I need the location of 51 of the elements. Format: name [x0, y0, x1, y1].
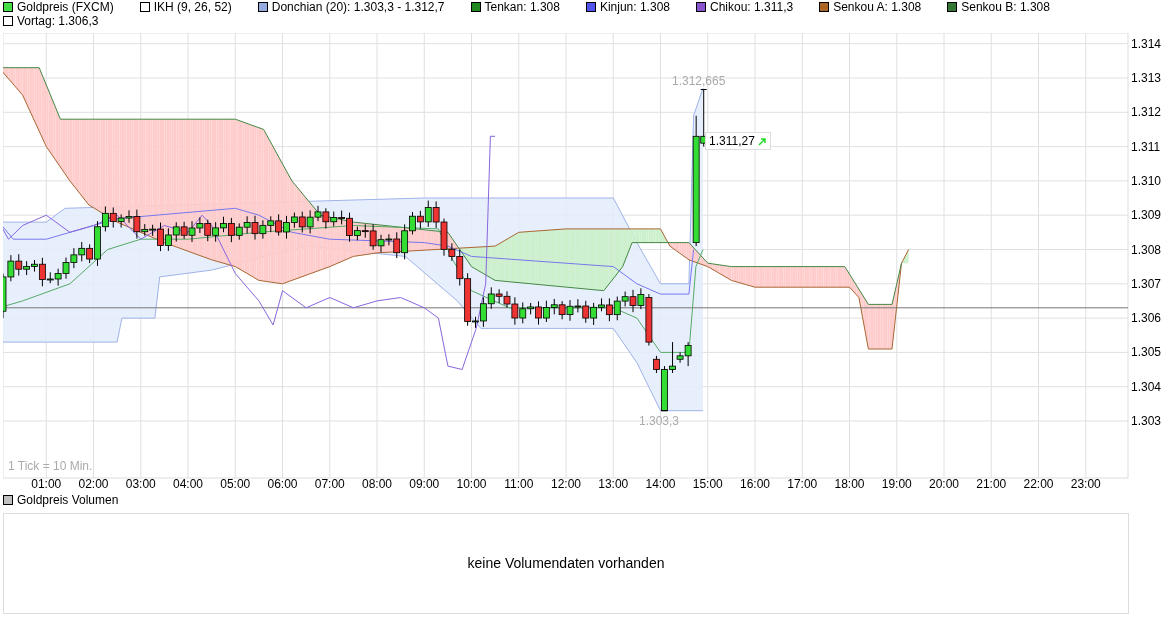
no-volume-message: keine Volumendaten vorhanden: [467, 554, 665, 573]
x-axis-label: 10:00: [455, 477, 488, 491]
y-axis-label: 1.308: [1131, 242, 1162, 257]
x-axis-label: 03:00: [124, 477, 157, 491]
y-axis-label: 1.307: [1131, 276, 1162, 291]
y-axis-label: 1.310: [1131, 173, 1162, 188]
y-axis-label: 1.303: [1131, 414, 1162, 428]
last-price-text: 1.311,27: [709, 133, 755, 150]
legend-label: Senkou B: 1.308: [961, 0, 1050, 14]
x-axis-label: 02:00: [77, 477, 110, 491]
low-price-label: 1.303,3: [639, 414, 680, 428]
legend-label: Goldpreis (FXCM): [17, 0, 114, 14]
x-axis-label: 21:00: [975, 477, 1008, 491]
legend-label: Vortag: 1.306,3: [17, 14, 99, 28]
x-axis-label: 09:00: [408, 477, 441, 491]
x-axis-label: 20:00: [928, 477, 960, 491]
x-axis-label: 12:00: [550, 477, 582, 491]
y-axis-label: 1.309: [1131, 208, 1162, 223]
legend-label: Goldpreis Volumen: [17, 492, 119, 509]
x-axis-label: 04:00: [172, 477, 204, 491]
y-axis-label: 1.305: [1131, 345, 1162, 360]
y-axis-label: 1.313: [1131, 71, 1162, 85]
x-axis-label: 08:00: [361, 477, 393, 491]
y-axis-label: 1.314: [1131, 36, 1162, 51]
y-axis-label: 1.306: [1131, 311, 1162, 326]
legend-label: Senkou A: 1.308: [833, 0, 922, 14]
y-axis-label: 1.312: [1131, 105, 1162, 120]
high-price-label: 1.312,665: [672, 74, 726, 88]
x-axis-label: 13:00: [597, 477, 630, 491]
x-axis-label: 17:00: [786, 477, 819, 491]
y-axis-label: 1.304: [1131, 379, 1162, 394]
x-axis-label: 19:00: [880, 477, 913, 491]
x-axis-label: 22:00: [1022, 477, 1055, 491]
x-axis-label: 07:00: [313, 477, 346, 491]
legend-label: Tenkan: 1.308: [484, 0, 560, 14]
arrow-up-right-icon: [757, 136, 767, 146]
legend-label: IKH (9, 26, 52): [153, 0, 232, 14]
x-axis-label: 06:00: [266, 477, 299, 491]
x-axis-label: 05:00: [219, 477, 252, 491]
y-axis-label: 1.311: [1131, 139, 1161, 154]
legend-label: Kinjun: 1.308: [599, 0, 670, 14]
x-axis-label: 01:00: [30, 477, 63, 491]
x-axis-label: 11:00: [503, 477, 535, 491]
x-axis-label: 23:00: [1069, 477, 1102, 491]
legend-label: Chikou: 1.311,3: [710, 0, 794, 14]
legend-label: Donchian (20): 1.303,3 - 1.312,7: [271, 0, 445, 14]
x-axis-label: 15:00: [691, 477, 724, 491]
x-axis-label: 16:00: [739, 477, 771, 491]
x-axis-label: 14:00: [644, 477, 677, 491]
x-axis-label: 18:00: [833, 477, 866, 491]
tick-interval-note: 1 Tick = 10 Min.: [8, 459, 93, 473]
